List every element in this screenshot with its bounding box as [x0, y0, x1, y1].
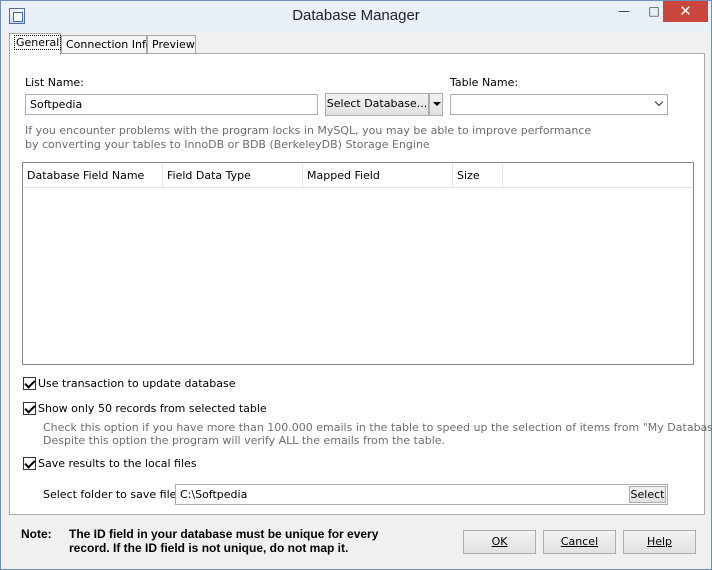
- transaction-label[interactable]: Use transaction to update database: [38, 377, 235, 390]
- column-header-field-data-type[interactable]: Field Data Type: [163, 163, 303, 188]
- list-header: Database Field Name Field Data Type Mapp…: [23, 163, 693, 188]
- list-name-input[interactable]: Softpedia: [25, 94, 318, 115]
- list-name-label: List Name:: [25, 76, 84, 89]
- info-line-2: by converting your tables to InnoDB or B…: [25, 138, 430, 151]
- tab-general-label: General: [14, 35, 62, 50]
- help-button-label: Help: [646, 535, 673, 548]
- folder-input[interactable]: C:\Softpedia: [175, 484, 668, 505]
- save-results-label[interactable]: Save results to the local files: [38, 457, 197, 470]
- records-label[interactable]: Show only 50 records from selected table: [38, 402, 267, 415]
- folder-label: Select folder to save files:: [43, 488, 186, 501]
- table-name-label: Table Name:: [450, 76, 519, 89]
- ok-button-label: OK: [491, 535, 508, 548]
- chevron-down-icon: [654, 97, 664, 107]
- tab-preview[interactable]: Preview: [147, 35, 196, 54]
- cancel-button-label: Cancel: [560, 535, 599, 548]
- tab-connection-info[interactable]: Connection Info: [61, 35, 153, 54]
- records-checkbox[interactable]: [23, 402, 36, 415]
- tab-connection-info-label: Connection Info: [66, 38, 153, 51]
- column-header-mapped-field[interactable]: Mapped Field: [303, 163, 453, 188]
- note-line-2: record. If the ID field is not unique, d…: [69, 541, 349, 555]
- info-line-1: If you encounter problems with the progr…: [25, 124, 592, 137]
- tab-general[interactable]: General: [9, 33, 62, 55]
- minimize-button[interactable]: —: [609, 1, 639, 22]
- tab-preview-label: Preview: [152, 38, 195, 51]
- title-bar: Database Manager — □ ✕: [1, 1, 711, 31]
- database-manager-window: Database Manager — □ ✕ General Connectio…: [0, 0, 712, 570]
- cancel-button[interactable]: Cancel: [543, 530, 616, 554]
- transaction-checkbox[interactable]: [23, 377, 36, 390]
- field-mapping-list[interactable]: Database Field Name Field Data Type Mapp…: [22, 162, 694, 365]
- note-line-1: The ID field in your database must be un…: [69, 527, 379, 541]
- column-header-database-field-name[interactable]: Database Field Name: [23, 163, 163, 188]
- folder-select-button[interactable]: Select: [629, 486, 666, 503]
- records-help-line-2: Despite this option the program will ver…: [43, 434, 446, 447]
- ok-button[interactable]: OK: [463, 530, 536, 554]
- select-database-dropdown[interactable]: [429, 93, 443, 116]
- window-title: Database Manager: [292, 7, 420, 24]
- help-button[interactable]: Help: [623, 530, 696, 554]
- close-button[interactable]: ✕: [663, 1, 708, 22]
- dropdown-arrow-icon: [433, 102, 441, 106]
- note-label: Note:: [21, 527, 52, 541]
- records-help-line-1: Check this option if you have more than …: [43, 421, 712, 434]
- column-header-size[interactable]: Size: [453, 163, 503, 188]
- select-database-button[interactable]: Select Database...: [325, 93, 429, 116]
- general-panel: List Name: Softpedia Select Database... …: [9, 53, 712, 515]
- save-results-checkbox[interactable]: [23, 457, 36, 470]
- table-name-combo[interactable]: [450, 94, 668, 115]
